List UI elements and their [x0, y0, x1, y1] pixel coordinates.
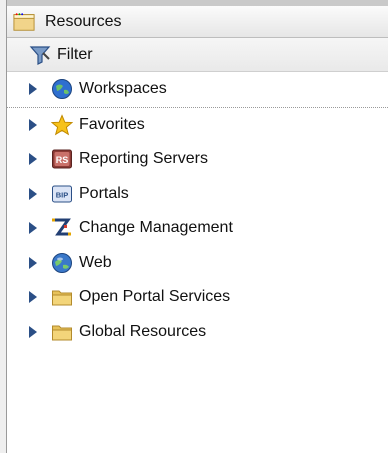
tree-item-label: Portals	[79, 184, 129, 202]
tree-item-label: Open Portal Services	[79, 288, 231, 306]
expand-arrow-icon[interactable]	[29, 256, 37, 269]
resource-tree: Workspaces Favorites RS Reporting Server…	[7, 72, 388, 349]
tree-item-reporting-servers[interactable]: RS Reporting Servers	[7, 142, 388, 177]
tree-item-change-management[interactable]: Change Management	[7, 211, 388, 246]
expand-arrow-icon[interactable]	[29, 118, 37, 131]
change-management-icon	[51, 217, 73, 239]
tree-item-label: Reporting Servers	[79, 150, 208, 168]
globe-blue-icon	[51, 78, 73, 100]
globe-web-icon	[51, 252, 73, 274]
bip-badge-icon: BIP	[51, 183, 73, 205]
svg-text:RS: RS	[56, 155, 69, 165]
filter-button[interactable]: Filter	[7, 38, 388, 72]
resources-panel: Resources Filter Workspaces Favorites RS…	[0, 0, 388, 453]
tree-item-label: Global Resources	[79, 322, 207, 340]
expand-arrow-icon[interactable]	[29, 83, 37, 96]
tree-item-open-portal-services[interactable]: Open Portal Services	[7, 280, 388, 315]
tree-item-portals[interactable]: BIP Portals	[7, 177, 388, 212]
tree-item-label: Favorites	[79, 115, 145, 133]
expand-arrow-icon[interactable]	[29, 325, 37, 338]
svg-text:BIP: BIP	[56, 190, 69, 199]
tree-item-global-resources[interactable]: Global Resources	[7, 315, 388, 350]
tree-item-label: Web	[79, 253, 112, 271]
star-icon	[51, 113, 73, 136]
tree-item-label: Change Management	[79, 219, 233, 237]
folder-icon	[51, 321, 73, 343]
tree-item-workspaces[interactable]: Workspaces	[7, 72, 388, 108]
expand-arrow-icon[interactable]	[29, 222, 37, 235]
tree-item-web[interactable]: Web	[7, 246, 388, 281]
tree-item-label: Workspaces	[79, 80, 167, 98]
panel-left-border	[0, 0, 7, 453]
expand-arrow-icon[interactable]	[29, 187, 37, 200]
filter-label: Filter	[57, 45, 93, 63]
folder-open-icon	[13, 11, 35, 33]
expand-arrow-icon[interactable]	[29, 291, 37, 304]
folder-icon	[51, 286, 73, 308]
panel-header: Resources	[7, 6, 388, 38]
expand-arrow-icon[interactable]	[29, 153, 37, 166]
panel-title: Resources	[45, 12, 122, 30]
filter-funnel-icon	[29, 44, 51, 66]
tree-item-favorites[interactable]: Favorites	[7, 108, 388, 143]
rs-badge-icon: RS	[51, 148, 73, 170]
